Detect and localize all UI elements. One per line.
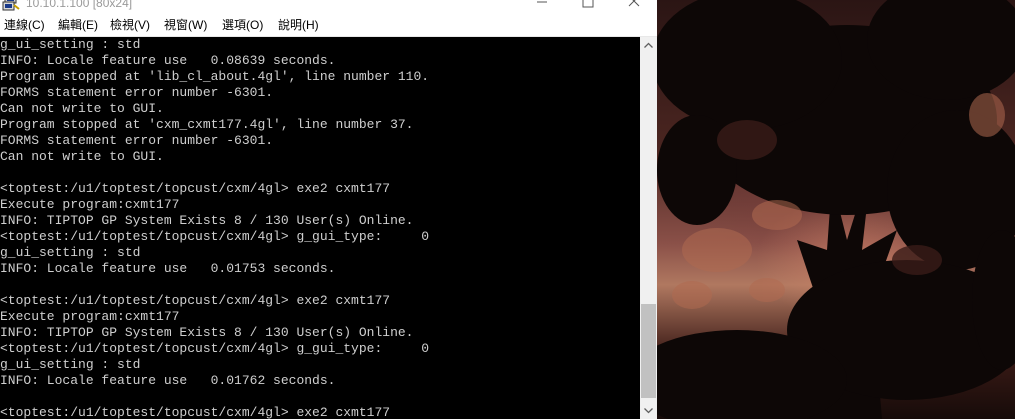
terminal-window: 10.10.1.100 [80x24] 連線(C) 編輯(E) 檢視(V) 視窗… bbox=[0, 0, 657, 419]
console-line: <toptest:/u1/toptest/topcust/cxm/4gl> ex… bbox=[0, 405, 391, 419]
menu-window[interactable]: 視窗(W) bbox=[164, 17, 207, 33]
close-icon[interactable] bbox=[611, 0, 657, 12]
menu-view[interactable]: 檢視(V) bbox=[110, 17, 150, 33]
vertical-scrollbar[interactable] bbox=[640, 37, 657, 419]
menu-options[interactable]: 選項(O) bbox=[222, 17, 263, 33]
console-line: <toptest:/u1/toptest/topcust/cxm/4gl> g_… bbox=[0, 341, 430, 356]
window-title: 10.10.1.100 [80x24] bbox=[26, 0, 133, 10]
maximize-icon[interactable] bbox=[565, 0, 611, 12]
console-line: INFO: TIPTOP GP System Exists 8 / 130 Us… bbox=[0, 325, 414, 340]
console-line: INFO: TIPTOP GP System Exists 8 / 130 Us… bbox=[0, 213, 414, 228]
console-line: Execute program:cxmt177 bbox=[0, 309, 180, 324]
console-line: <toptest:/u1/toptest/topcust/cxm/4gl> ex… bbox=[0, 181, 391, 196]
console-line: Can not write to GUI. bbox=[0, 149, 164, 164]
menu-help[interactable]: 說明(H) bbox=[278, 17, 319, 33]
console-line: Can not write to GUI. bbox=[0, 101, 164, 116]
scroll-down-icon[interactable] bbox=[640, 402, 657, 419]
console-line: g_ui_setting : std bbox=[0, 357, 141, 372]
putty-icon bbox=[2, 0, 20, 11]
console-line: FORMS statement error number -6301. bbox=[0, 85, 274, 100]
console-line: FORMS statement error number -6301. bbox=[0, 133, 274, 148]
console-line: g_ui_setting : std bbox=[0, 245, 141, 260]
console-line: <toptest:/u1/toptest/topcust/cxm/4gl> g_… bbox=[0, 229, 430, 244]
console-line: INFO: Locale feature use 0.01762 seconds… bbox=[0, 373, 336, 388]
desktop-wallpaper bbox=[657, 0, 1015, 419]
tree-silhouette bbox=[657, 0, 1015, 419]
console-line: INFO: Locale feature use 0.08639 seconds… bbox=[0, 53, 336, 68]
console-line: INFO: Locale feature use 0.01753 seconds… bbox=[0, 261, 336, 276]
menu-connection[interactable]: 連線(C) bbox=[4, 17, 45, 33]
scrollbar-thumb[interactable] bbox=[641, 304, 656, 398]
console-line: g_ui_setting : std bbox=[0, 37, 141, 52]
menu-bar: 連線(C) 編輯(E) 檢視(V) 視窗(W) 選項(O) 說明(H) bbox=[0, 14, 657, 37]
title-bar[interactable]: 10.10.1.100 [80x24] bbox=[0, 0, 657, 14]
menu-edit[interactable]: 編輯(E) bbox=[58, 17, 98, 33]
console-output[interactable]: g_ui_setting : std INFO: Locale feature u… bbox=[0, 37, 640, 419]
console-line: Program stopped at 'cxm_cxmt177.4gl', li… bbox=[0, 117, 414, 132]
console-line: Execute program:cxmt177 bbox=[0, 197, 180, 212]
scroll-up-icon[interactable] bbox=[640, 37, 657, 54]
console-line: Program stopped at 'lib_cl_about.4gl', l… bbox=[0, 69, 430, 84]
console-line: <toptest:/u1/toptest/topcust/cxm/4gl> ex… bbox=[0, 293, 391, 308]
minimize-icon[interactable] bbox=[519, 0, 565, 12]
